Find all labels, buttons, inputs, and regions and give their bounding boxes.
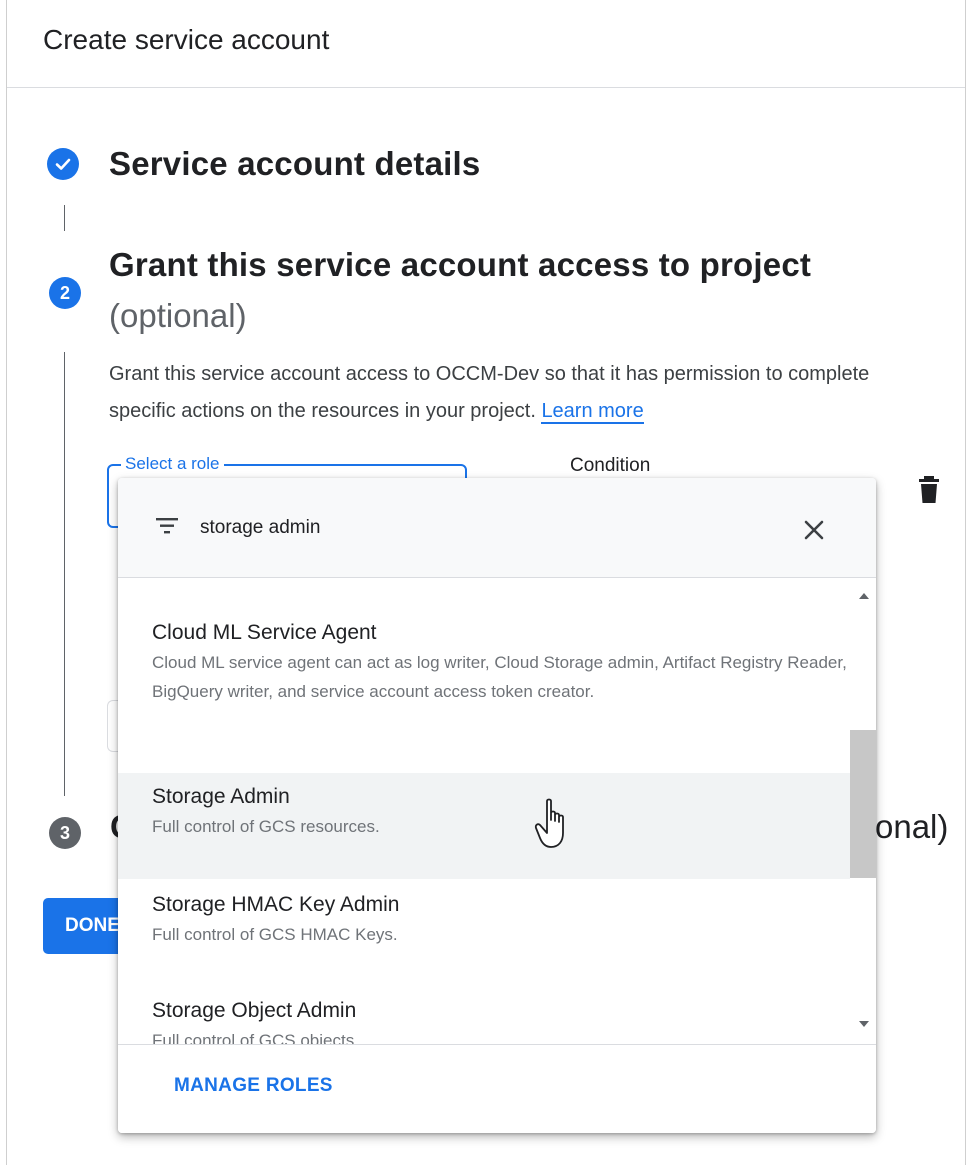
filter-icon bbox=[156, 518, 178, 534]
condition-label: Condition bbox=[570, 455, 651, 476]
role-option-description: Full control of GCS resources. bbox=[152, 817, 380, 836]
role-filter-input[interactable] bbox=[200, 514, 760, 542]
step-2-number: 2 bbox=[49, 277, 81, 309]
close-icon bbox=[804, 520, 824, 540]
step-1-title[interactable]: Service account details bbox=[109, 145, 480, 183]
role-list: Cloud ML Service Agent Cloud ML service … bbox=[118, 578, 850, 1044]
role-option-title: Storage Admin bbox=[152, 785, 290, 808]
role-option-description: Full control of GCS HMAC Keys. bbox=[152, 925, 398, 944]
dialog-header: Create service account bbox=[7, 0, 965, 88]
role-option-title: Cloud ML Service Agent bbox=[152, 621, 377, 644]
step-3-number: 3 bbox=[49, 817, 81, 849]
hand-cursor-icon bbox=[534, 798, 564, 848]
role-option-description: Full control of GCS objects. bbox=[152, 1031, 359, 1044]
role-option[interactable]: Storage Object Admin Full control of GCS… bbox=[118, 996, 850, 1044]
check-icon bbox=[55, 158, 71, 170]
step-connector bbox=[64, 352, 65, 796]
role-option-title: Storage HMAC Key Admin bbox=[152, 893, 400, 916]
role-option-description: Cloud ML service agent can act as log wr… bbox=[152, 653, 847, 701]
delete-icon[interactable] bbox=[918, 476, 940, 504]
step-1-complete-icon bbox=[47, 148, 79, 180]
role-list-scrollbar[interactable] bbox=[850, 578, 876, 1044]
clear-filter-button[interactable] bbox=[798, 514, 830, 546]
page-title: Create service account bbox=[43, 24, 330, 55]
dropdown-footer: MANAGE ROLES bbox=[118, 1044, 876, 1133]
step-2-optional-label: (optional) bbox=[109, 297, 247, 334]
step-2-title: Grant this service account access to pro… bbox=[109, 246, 812, 283]
learn-more-link[interactable]: Learn more bbox=[541, 400, 644, 424]
role-select-label: Select a role bbox=[121, 454, 224, 474]
role-option[interactable]: Storage HMAC Key Admin Full control of G… bbox=[118, 890, 850, 978]
step-2-description: Grant this service account access to OCC… bbox=[109, 356, 909, 430]
role-filter-bar bbox=[118, 478, 876, 578]
step-2-description-text: Grant this service account access to OCC… bbox=[109, 363, 870, 422]
step-3-title-partial-end: onal) bbox=[875, 808, 949, 845]
scrollbar-thumb[interactable] bbox=[850, 730, 876, 878]
role-dropdown: Cloud ML Service Agent Cloud ML service … bbox=[118, 478, 876, 1133]
scroll-up-arrow-icon[interactable] bbox=[859, 593, 869, 599]
role-option-title: Storage Object Admin bbox=[152, 999, 357, 1022]
role-option[interactable]: Cloud ML Service Agent Cloud ML service … bbox=[118, 618, 850, 743]
scroll-down-arrow-icon[interactable] bbox=[859, 1021, 869, 1027]
manage-roles-button[interactable]: MANAGE ROLES bbox=[174, 1075, 333, 1097]
step-connector bbox=[64, 205, 65, 231]
role-option[interactable]: Storage Admin Full control of GCS resour… bbox=[118, 773, 850, 879]
